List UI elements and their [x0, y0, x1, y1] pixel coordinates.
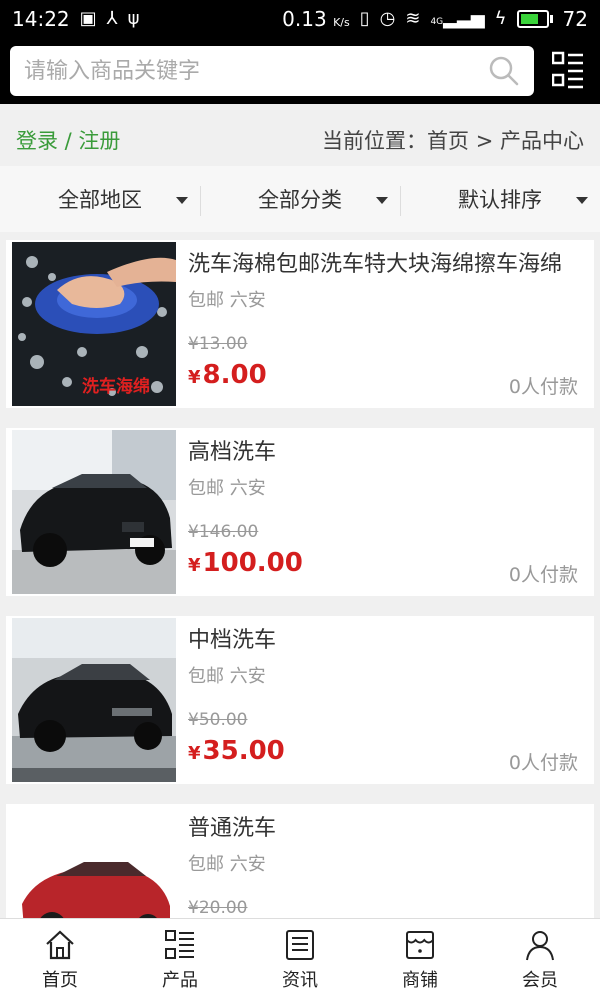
share-icon: ⅄: [106, 8, 118, 29]
product-image-buick[interactable]: [12, 806, 176, 918]
product-meta: 包邮 六安: [188, 666, 266, 687]
product-card[interactable]: 洗车海绵 洗车海棉包邮洗车特大块海绵擦车海绵 包邮 六安 ¥13.00 ¥8.0…: [6, 240, 594, 408]
nav-member[interactable]: 会员: [480, 919, 600, 1000]
image-caption: 洗车海绵: [82, 377, 150, 397]
dropdown-arrow-icon: [176, 197, 188, 204]
shop-icon: [406, 930, 434, 959]
original-price: ¥13.00: [188, 334, 248, 354]
home-icon: [46, 930, 74, 959]
nav-home[interactable]: 首页: [0, 919, 120, 1000]
search-icon[interactable]: [488, 55, 520, 87]
filter-bar: 全部地区 全部分类 默认排序: [0, 166, 600, 232]
news-icon: [286, 929, 314, 960]
product-list-icon: [165, 929, 194, 959]
buyers-count: 0人付款: [508, 564, 578, 586]
product-meta: 包邮 六安: [188, 290, 266, 311]
charging-icon: ϟ: [494, 8, 507, 29]
product-card[interactable]: 高档洗车 包邮 六安 ¥146.00 ¥100.00 0人付款: [6, 428, 594, 596]
category-menu-icon[interactable]: [552, 50, 584, 90]
search-input[interactable]: [24, 58, 488, 84]
product-name[interactable]: 普通洗车: [188, 812, 578, 846]
search-box[interactable]: [10, 46, 534, 96]
search-header: [0, 38, 600, 104]
cell-signal-icon: 4G▂▃▅: [430, 8, 485, 29]
product-name[interactable]: 高档洗车: [188, 436, 578, 470]
image-icon: ▣: [79, 8, 97, 29]
product-image-bmw[interactable]: [12, 430, 176, 594]
product-image-sponge[interactable]: 洗车海绵: [12, 242, 176, 406]
filter-region[interactable]: 全部地区: [0, 166, 200, 232]
product-list: 洗车海绵 洗车海棉包邮洗车特大块海绵擦车海绵 包邮 六安 ¥13.00 ¥8.0…: [0, 240, 600, 918]
sale-price: ¥100.00: [188, 548, 303, 578]
product-meta: 包邮 六安: [188, 854, 266, 875]
original-price: ¥146.00: [188, 522, 259, 542]
vibrate-icon: ▯: [359, 8, 370, 29]
current-position: 当前位置：首页 > 产品中心: [322, 129, 584, 153]
product-meta: 包邮 六安: [188, 478, 266, 499]
wifi-icon: ≋: [405, 8, 421, 29]
buyers-count: 0人付款: [508, 376, 578, 398]
status-bar: 14:22 ▣ ⅄ ψ 0.13 K/s ▯ ◷ ≋ 4G▂▃▅ ϟ 72: [0, 0, 600, 38]
sale-price: ¥8.00: [188, 360, 267, 390]
dropdown-arrow-icon: [376, 197, 388, 204]
product-card[interactable]: 中档洗车 包邮 六安 ¥50.00 ¥35.00 0人付款: [6, 616, 594, 784]
breadcrumb: 登录 / 注册 当前位置：首页 > 产品中心: [0, 114, 600, 166]
original-price: ¥20.00: [188, 898, 248, 918]
filter-sort[interactable]: 默认排序: [400, 166, 600, 232]
filter-category[interactable]: 全部分类: [200, 166, 400, 232]
alarm-icon: ◷: [379, 8, 396, 29]
product-image-toyota[interactable]: [12, 618, 176, 782]
nav-shop[interactable]: 商铺: [360, 919, 480, 1000]
battery-icon: [516, 10, 553, 28]
usb-icon: ψ: [127, 8, 140, 29]
status-time: 14:22: [12, 7, 70, 31]
nav-news[interactable]: 资讯: [240, 919, 360, 1000]
battery-percent: 72: [562, 7, 588, 31]
sale-price: ¥35.00: [188, 736, 285, 766]
user-icon: [526, 930, 554, 960]
product-name[interactable]: 中档洗车: [188, 624, 578, 658]
network-speed: 0.13 K/s: [282, 7, 350, 31]
login-register-link[interactable]: 登录 / 注册: [16, 125, 120, 155]
dropdown-arrow-icon: [576, 197, 588, 204]
original-price: ¥50.00: [188, 710, 248, 730]
buyers-count: 0人付款: [508, 752, 578, 774]
product-name[interactable]: 洗车海棉包邮洗车特大块海绵擦车海绵: [188, 248, 578, 282]
bottom-nav: 首页 产品 资讯 商铺 会员: [0, 918, 600, 1000]
nav-products[interactable]: 产品: [120, 919, 240, 1000]
product-card[interactable]: 普通洗车 包邮 六安 ¥20.00: [6, 804, 594, 918]
